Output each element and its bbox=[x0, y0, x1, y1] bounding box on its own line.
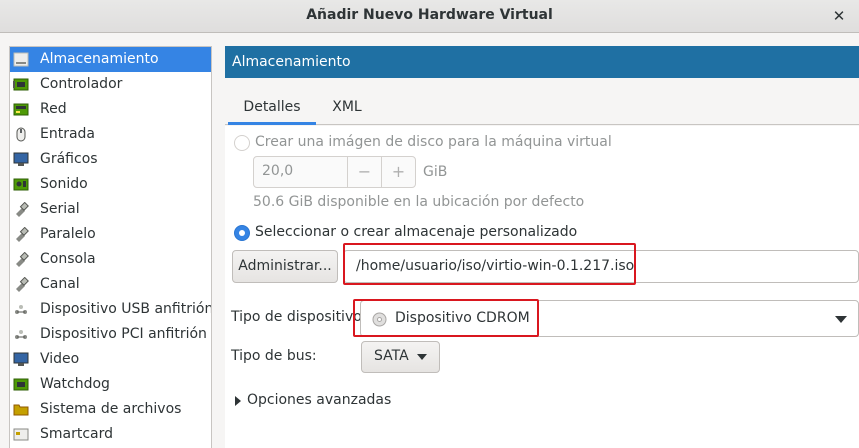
bus-type-value: SATA bbox=[374, 348, 409, 364]
main-pane: Almacenamiento Detalles XML Crear una im… bbox=[225, 46, 859, 448]
sidebar-item-pci-anfitrion[interactable]: Dispositivo PCI anfitrión bbox=[10, 322, 211, 347]
sidebar-item-controlador[interactable]: Controlador bbox=[10, 72, 211, 97]
sidebar-item-label: Watchdog bbox=[40, 376, 110, 392]
tab-label: XML bbox=[332, 99, 362, 115]
watchdog-chip-icon bbox=[13, 378, 29, 391]
sidebar-item-label: Sonido bbox=[40, 176, 88, 192]
controller-icon bbox=[13, 78, 29, 91]
storage-icon bbox=[13, 52, 29, 67]
parallel-plug-icon bbox=[16, 227, 29, 242]
cdrom-disc-icon bbox=[372, 312, 387, 327]
usb-device-icon bbox=[15, 305, 27, 314]
serial-plug-icon bbox=[16, 202, 29, 217]
custom-storage-radio[interactable] bbox=[234, 225, 250, 241]
sidebar-item-label: Smartcard bbox=[40, 426, 114, 442]
device-type-label: Tipo de dispositivo: bbox=[231, 309, 367, 325]
title-bar: Añadir Nuevo Hardware Virtual ✕ bbox=[0, 0, 859, 33]
sidebar-item-label: Red bbox=[40, 101, 67, 117]
device-type-select[interactable]: Dispositivo CDROM bbox=[360, 300, 859, 337]
smartcard-icon bbox=[13, 428, 29, 441]
sidebar-item-label: Dispositivo USB anfitrión bbox=[40, 301, 212, 317]
hardware-type-list: Almacenamiento Controlador Red Entrada G… bbox=[9, 46, 212, 448]
chevron-down-icon bbox=[835, 316, 847, 323]
sidebar-item-label: Consola bbox=[40, 251, 96, 267]
sidebar-item-label: Gráficos bbox=[40, 151, 98, 167]
sidebar-item-watchdog[interactable]: Watchdog bbox=[10, 372, 211, 397]
console-plug-icon bbox=[16, 252, 29, 267]
tab-xml[interactable]: XML bbox=[316, 89, 378, 125]
sidebar-item-almacenamiento[interactable]: Almacenamiento bbox=[10, 47, 211, 72]
sidebar-item-video[interactable]: Video bbox=[10, 347, 211, 372]
tab-label: Detalles bbox=[243, 99, 301, 115]
tab-bar: Detalles XML bbox=[225, 89, 859, 125]
sidebar-item-paralelo[interactable]: Paralelo bbox=[10, 222, 211, 247]
sidebar-item-usb-anfitrion[interactable]: Dispositivo USB anfitrión bbox=[10, 297, 211, 322]
create-disk-radio[interactable] bbox=[234, 135, 250, 151]
sidebar-item-label: Controlador bbox=[40, 76, 123, 92]
disk-size-spinner[interactable]: 20,0 − + bbox=[253, 156, 416, 188]
sidebar-item-smartcard[interactable]: Smartcard bbox=[10, 422, 211, 447]
sidebar-item-sistema-archivos[interactable]: Sistema de archivos bbox=[10, 397, 211, 422]
monitor-icon bbox=[13, 352, 29, 366]
display-icon bbox=[13, 152, 29, 166]
sidebar-item-label: Paralelo bbox=[40, 226, 96, 242]
sidebar-item-label: Sistema de archivos bbox=[40, 401, 182, 417]
sidebar-item-label: Canal bbox=[40, 276, 80, 292]
sidebar-item-red[interactable]: Red bbox=[10, 97, 211, 122]
sidebar-item-sonido[interactable]: Sonido bbox=[10, 172, 211, 197]
bus-type-label: Tipo de bus: bbox=[231, 348, 317, 364]
channel-plug-icon bbox=[16, 277, 29, 292]
sidebar-item-serial[interactable]: Serial bbox=[10, 197, 211, 222]
sidebar-item-label: Dispositivo PCI anfitrión bbox=[40, 326, 207, 342]
custom-storage-label: Seleccionar o crear almacenaje personali… bbox=[255, 224, 578, 240]
manage-button[interactable]: Administrar... bbox=[232, 250, 338, 283]
pci-device-icon bbox=[15, 330, 27, 339]
sidebar-item-entrada[interactable]: Entrada bbox=[10, 122, 211, 147]
close-icon[interactable]: ✕ bbox=[829, 6, 849, 26]
storage-path-input[interactable]: /home/usuario/iso/virtio-win-0.1.217.iso bbox=[343, 250, 859, 283]
create-disk-label: Crear una imágen de disco para la máquin… bbox=[255, 134, 612, 150]
mouse-icon bbox=[16, 127, 26, 142]
section-header: Almacenamiento bbox=[225, 46, 859, 78]
minus-button[interactable]: − bbox=[347, 157, 381, 187]
device-type-value: Dispositivo CDROM bbox=[395, 310, 530, 326]
sound-card-icon bbox=[13, 178, 29, 191]
available-space-text: 50.6 GiB disponible en la ubicación por … bbox=[253, 194, 585, 210]
sidebar-item-graficos[interactable]: Gráficos bbox=[10, 147, 211, 172]
network-icon bbox=[13, 103, 29, 116]
chevron-right-icon bbox=[235, 396, 241, 406]
bus-type-select[interactable]: SATA bbox=[361, 341, 440, 373]
window-title: Añadir Nuevo Hardware Virtual bbox=[306, 7, 553, 23]
chevron-down-icon bbox=[417, 354, 427, 360]
sidebar-item-label: Video bbox=[40, 351, 80, 367]
sidebar-item-label: Serial bbox=[40, 201, 80, 217]
tab-detalles[interactable]: Detalles bbox=[228, 89, 316, 125]
sidebar-item-label: Almacenamiento bbox=[40, 51, 159, 67]
sidebar-item-consola[interactable]: Consola bbox=[10, 247, 211, 272]
sidebar-item-label: Entrada bbox=[40, 126, 96, 142]
sidebar-item-canal[interactable]: Canal bbox=[10, 272, 211, 297]
size-unit-label: GiB bbox=[423, 164, 448, 180]
folder-icon bbox=[13, 404, 29, 416]
disk-size-value: 20,0 bbox=[262, 163, 294, 179]
plus-button[interactable]: + bbox=[381, 157, 415, 187]
advanced-options-label: Opciones avanzadas bbox=[247, 392, 392, 408]
details-panel: Crear una imágen de disco para la máquin… bbox=[225, 126, 859, 448]
